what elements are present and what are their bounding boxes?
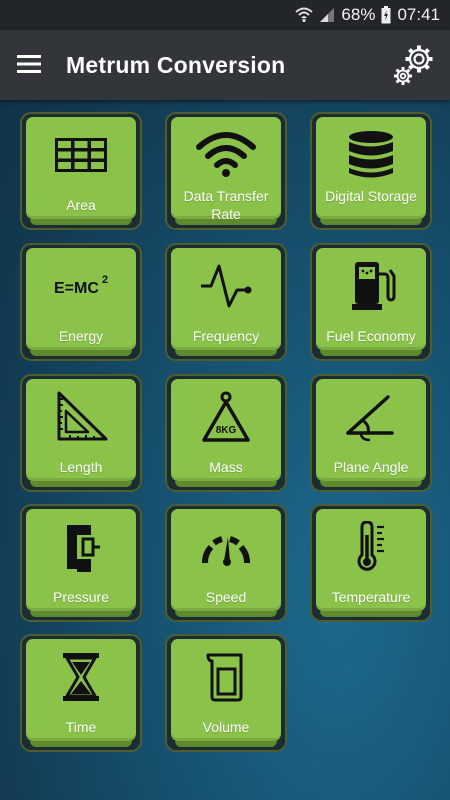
tile-area[interactable]: Area: [20, 112, 142, 230]
status-bar: 68% 07:41: [0, 0, 450, 30]
tile-time[interactable]: Time: [20, 634, 142, 752]
tile-label-fuel-economy: Fuel Economy: [326, 328, 416, 344]
tile-speed[interactable]: Speed: [165, 504, 287, 622]
hourglass-icon: [63, 653, 99, 701]
tile-data-transfer-rate[interactable]: Data Transfer Rate: [165, 112, 287, 230]
tile-label-length: Length: [59, 459, 103, 475]
thermometer-icon: [357, 521, 384, 571]
fuel-pump-icon: [352, 262, 396, 310]
tile-plane-angle[interactable]: Plane Angle: [310, 374, 432, 492]
beaker-icon: [206, 653, 243, 702]
app-bar: Metrum Conversion: [0, 30, 450, 100]
wifi-icon: [196, 132, 256, 177]
tile-label-area: Area: [66, 197, 96, 213]
app-title: Metrum Conversion: [66, 52, 286, 78]
svg-text:2: 2: [102, 274, 108, 286]
grid-icon: [55, 138, 107, 172]
weight-icon: 8KG: [202, 391, 250, 442]
tile-volume[interactable]: Volume: [165, 634, 287, 752]
tile-label-mass: Mass: [209, 459, 243, 475]
tile-pressure[interactable]: Pressure: [20, 504, 142, 622]
tile-fuel-economy[interactable]: Fuel Economy: [310, 243, 432, 361]
clamp-icon: [67, 525, 100, 572]
set-square-icon: [57, 391, 108, 441]
tile-energy[interactable]: E=MC 2 Energy: [20, 243, 142, 361]
tile-temperature[interactable]: Temperature: [310, 504, 432, 622]
battery-icon: [381, 6, 391, 24]
tile-label-data-transfer-rate: Data Transfer Rate: [183, 188, 269, 222]
svg-text:8KG: 8KG: [216, 425, 237, 436]
tile-label-plane-angle: Plane Angle: [333, 459, 409, 475]
tile-label-digital-storage: Digital Storage: [325, 188, 417, 204]
tile-label-volume: Volume: [202, 719, 250, 735]
tile-label-frequency: Frequency: [192, 328, 260, 344]
svg-text:E=MC: E=MC: [54, 280, 99, 297]
settings-gears-icon[interactable]: [392, 42, 438, 88]
emc2-icon: E=MC 2: [54, 274, 108, 297]
tile-length[interactable]: Length: [20, 374, 142, 492]
tile-mass[interactable]: 8KG Mass: [165, 374, 287, 492]
angle-icon: [346, 395, 394, 442]
menu-icon[interactable]: [16, 52, 44, 76]
waveform-icon: [201, 264, 252, 308]
signal-icon: [320, 8, 335, 22]
clock: 07:41: [397, 5, 440, 24]
battery-percent: 68%: [341, 5, 376, 24]
tile-label-temperature: Temperature: [331, 589, 411, 605]
database-icon: [349, 131, 393, 178]
tile-label-pressure: Pressure: [52, 589, 110, 605]
speedometer-icon: [202, 536, 250, 566]
wifi-status-icon: [295, 7, 314, 23]
tile-label-time: Time: [65, 719, 97, 735]
tile-frequency[interactable]: Frequency: [165, 243, 287, 361]
tile-label-speed: Speed: [205, 589, 247, 605]
tile-digital-storage[interactable]: Digital Storage: [310, 112, 432, 230]
tile-label-energy: Energy: [58, 328, 104, 344]
